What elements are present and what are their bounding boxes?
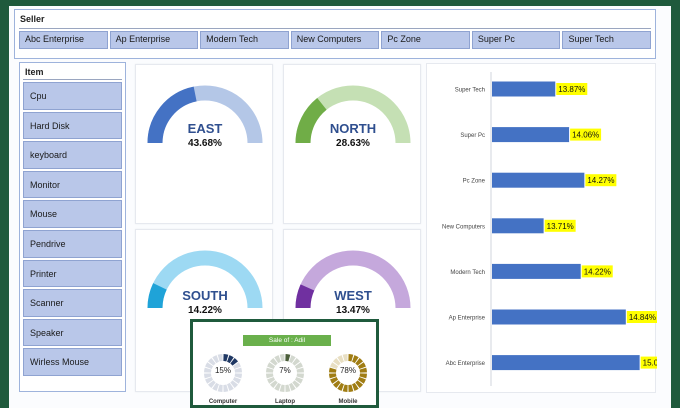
donut-mobile-value: 78% — [339, 366, 356, 375]
gauge-north-value: 28.63% — [336, 138, 370, 149]
item-list: Cpu Hard Disk keyboard Monitor Mouse Pen… — [23, 82, 122, 376]
seller-title-divider — [19, 28, 651, 29]
bar — [492, 81, 556, 97]
donut-laptop: 7% Laptop — [260, 348, 310, 406]
bar-category-label: Abc Enterprise — [446, 361, 486, 367]
bar-data-label: 15.03% — [643, 359, 657, 368]
seller-item-pc-zone[interactable]: Pc Zone — [381, 31, 470, 49]
sale-popup: Sale of : Adil 15% Computer 7% Laptop 78… — [190, 319, 379, 408]
bar-data-label: 14.06% — [572, 131, 599, 140]
bar-data-label: 14.84% — [629, 313, 656, 322]
seller-slicer-title: Seller — [20, 14, 45, 24]
bar-data-label: 14.27% — [587, 176, 614, 185]
bar-data-label: 14.22% — [584, 267, 611, 276]
gauge-south-name: SOUTH — [182, 288, 228, 303]
bar-category-label: Ap Enterprise — [449, 316, 486, 322]
bar — [492, 127, 570, 143]
gauge-card-north: NORTH 28.63% — [283, 64, 421, 224]
bar — [492, 309, 626, 325]
item-scanner[interactable]: Scanner — [23, 289, 122, 317]
bar-category-label: New Computers — [442, 224, 485, 230]
gauge-east-value: 43.68% — [188, 138, 222, 149]
item-slicer-title: Item — [25, 67, 44, 77]
bar-category-label: Pc Zone — [463, 179, 486, 185]
sale-popup-title: Sale of : Adil — [243, 335, 331, 346]
seller-items: Abc Enterprise Ap Enterprise Modern Tech… — [19, 31, 652, 49]
seller-slicer: Seller Abc Enterprise Ap Enterprise Mode… — [14, 9, 656, 59]
donut-laptop-value: 7% — [279, 366, 291, 375]
bar-category-label: Super Tech — [455, 88, 485, 94]
gauge-card-east: EAST 43.68% — [135, 64, 273, 224]
bar-chart-svg: Super Tech 13.87% Super Pc 14.06% Pc Zone 14.… — [442, 72, 657, 386]
item-speaker[interactable]: Speaker — [23, 318, 122, 347]
donut-computer: 15% Computer — [198, 348, 248, 406]
item-keyboard[interactable]: keyboard — [23, 141, 122, 169]
donut-mobile-label: Mobile — [338, 399, 358, 405]
seller-item-new-computers[interactable]: New Computers — [290, 31, 380, 49]
item-printer[interactable]: Printer — [23, 259, 122, 288]
gauge-south-value: 14.22% — [188, 305, 222, 316]
bar — [492, 172, 585, 188]
donut-mobile: 78% Mobile — [323, 348, 373, 406]
item-mouse[interactable]: Mouse — [23, 200, 122, 228]
item-cpu[interactable]: Cpu — [23, 82, 122, 110]
item-hard-disk[interactable]: Hard Disk — [23, 111, 122, 140]
item-monitor[interactable]: Monitor — [23, 170, 122, 199]
bar-data-label: 13.87% — [558, 85, 585, 94]
item-title-divider — [23, 79, 122, 80]
seller-item-super-tech[interactable]: Super Tech — [562, 31, 652, 49]
donut-computer-label: Computer — [208, 399, 238, 405]
donut-computer-value: 15% — [214, 366, 231, 375]
seller-item-super-pc[interactable]: Super Pc — [471, 31, 561, 49]
bar — [492, 218, 544, 234]
gauge-west-value: 13.47% — [336, 305, 370, 316]
item-wirless-mouse[interactable]: Wirless Mouse — [23, 348, 122, 376]
item-slicer: Item Cpu Hard Disk keyboard Monitor Mous… — [19, 62, 126, 392]
seller-item-ap-enterprise[interactable]: Ap Enterprise — [109, 31, 199, 49]
bar-category-label: Super Pc — [460, 133, 485, 139]
seller-item-modern-tech[interactable]: Modern Tech — [200, 31, 289, 49]
donut-laptop-label: Laptop — [275, 399, 295, 405]
bar-category-label: Modern Tech — [450, 270, 485, 276]
gauge-north-name: NORTH — [329, 121, 377, 136]
gauge-east-name: EAST — [187, 121, 223, 136]
bar — [492, 355, 640, 371]
item-pendrive[interactable]: Pendrive — [23, 229, 122, 258]
seller-item-abc-enterprise[interactable]: Abc Enterprise — [19, 31, 108, 49]
seller-bar-chart: Super Tech 13.87% Super Pc 14.06% Pc Zone 14.… — [426, 63, 657, 393]
bar-data-label: 13.71% — [547, 222, 574, 231]
gauge-west-name: WEST — [334, 288, 372, 303]
bar — [492, 263, 581, 279]
